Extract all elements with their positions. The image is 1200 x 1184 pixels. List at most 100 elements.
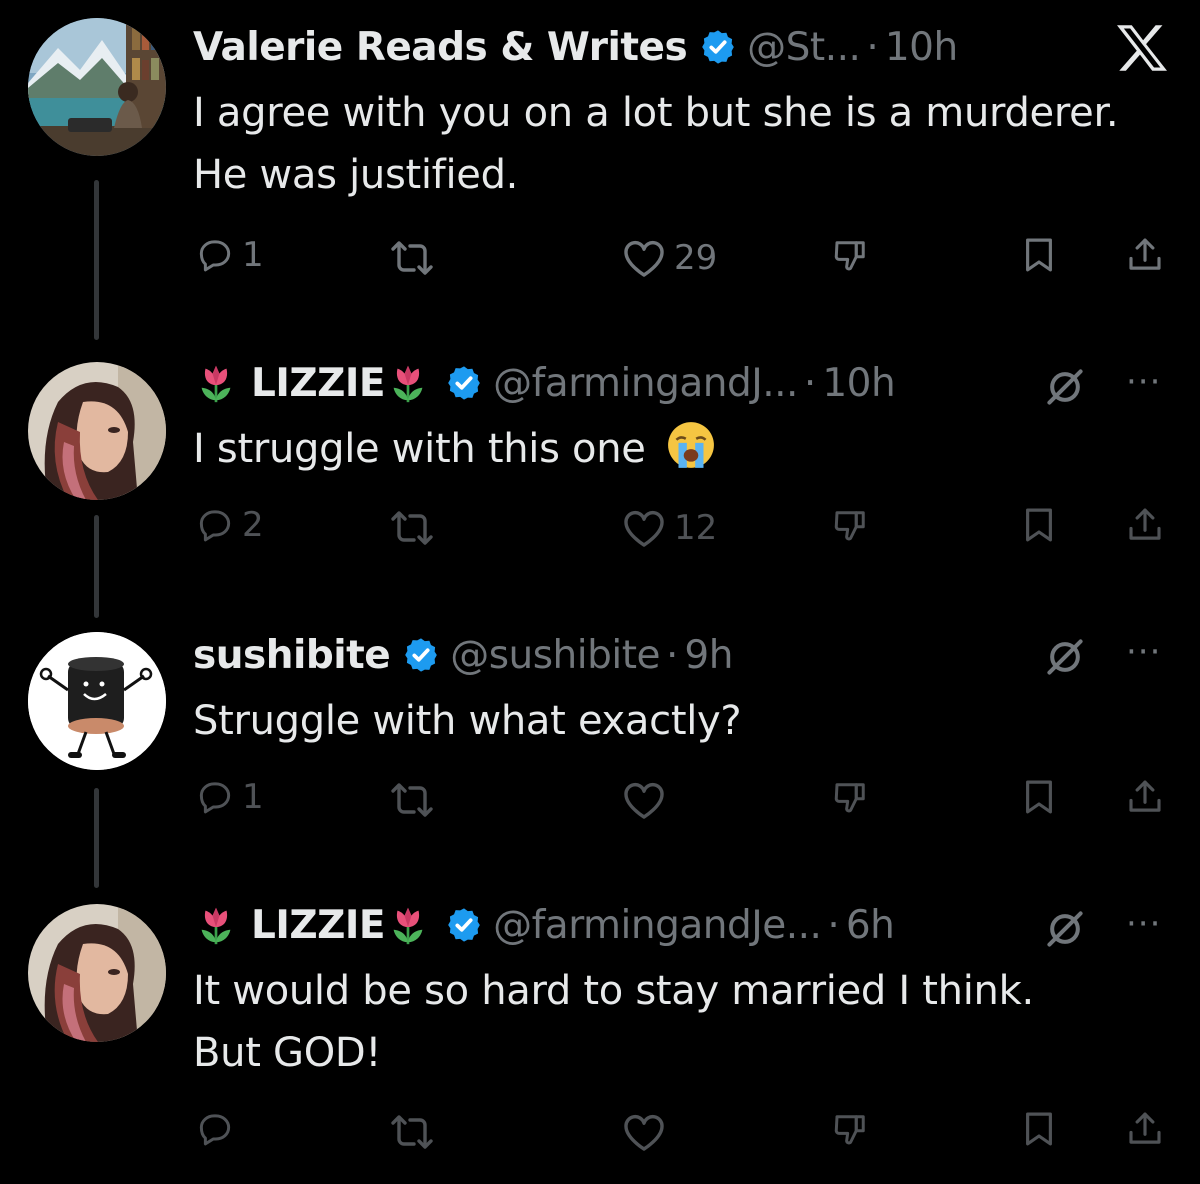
downvote-button[interactable]	[830, 1108, 872, 1150]
reply-count: 1	[242, 777, 264, 817]
crying-face-emoji-icon	[668, 422, 714, 468]
post-text: I struggle with this one	[193, 426, 646, 472]
post[interactable]: Valerie Reads & Writes @St... · 10h I ag…	[0, 0, 1200, 330]
post-header: LIZZIE @farmingandJ... · 10h	[193, 358, 896, 408]
like-button[interactable]: 29	[620, 234, 717, 282]
bookmark-button[interactable]	[1018, 504, 1060, 546]
share-button[interactable]	[1124, 1108, 1166, 1150]
bookmark-icon	[1018, 504, 1060, 546]
retweet-button[interactable]	[388, 1108, 436, 1156]
grok-button[interactable]	[1040, 362, 1090, 412]
avatar[interactable]	[28, 362, 166, 500]
grok-icon	[1043, 635, 1087, 679]
retweet-icon	[388, 1108, 436, 1156]
retweet-button[interactable]	[388, 776, 436, 824]
post-header: sushibite @sushibite · 9h	[193, 630, 733, 680]
retweet-icon	[388, 234, 436, 282]
grok-button[interactable]	[1040, 632, 1090, 682]
share-icon	[1124, 504, 1166, 546]
timestamp[interactable]: 6h	[846, 903, 895, 948]
reply-button[interactable]: 1	[194, 234, 264, 276]
handle[interactable]: @sushibite	[450, 633, 660, 678]
downvote-button[interactable]	[830, 776, 872, 818]
share-icon	[1124, 1108, 1166, 1150]
share-button[interactable]	[1124, 776, 1166, 818]
action-bar	[0, 1108, 1200, 1158]
bookmark-button[interactable]	[1018, 1108, 1060, 1150]
post[interactable]: LIZZIE @farmingandJe... · 6h ··· It woul…	[0, 892, 1200, 1184]
tulip-emoji-icon	[385, 360, 431, 406]
reply-count: 1	[242, 235, 264, 275]
retweet-button[interactable]	[388, 504, 436, 552]
reply-count: 2	[242, 505, 264, 545]
grok-icon	[1043, 365, 1087, 409]
like-count: 29	[674, 238, 718, 278]
like-count: 12	[674, 508, 718, 548]
heart-icon	[620, 776, 668, 824]
post[interactable]: sushibite @sushibite · 9h ··· Struggle w…	[0, 620, 1200, 880]
display-name[interactable]: LIZZIE	[251, 903, 386, 948]
display-name[interactable]: LIZZIE	[251, 361, 386, 406]
verified-badge-icon	[445, 906, 483, 944]
retweet-button[interactable]	[388, 234, 436, 282]
reply-button[interactable]: 2	[194, 504, 264, 546]
verified-badge-icon	[402, 636, 440, 674]
share-icon	[1124, 776, 1166, 818]
verified-badge-icon	[445, 364, 483, 402]
separator: ·	[827, 902, 840, 948]
handle[interactable]: @farmingandJe...	[493, 903, 822, 948]
retweet-icon	[388, 776, 436, 824]
reply-icon	[194, 776, 236, 818]
reply-button[interactable]: 1	[194, 776, 264, 818]
woman-portrait-avatar	[28, 904, 166, 1042]
grok-button[interactable]	[1040, 904, 1090, 954]
post-text: It would be so hard to stay married I th…	[193, 968, 1034, 1076]
more-options-button[interactable]: ···	[1126, 632, 1161, 672]
like-button[interactable]	[620, 776, 674, 824]
tulip-emoji-icon	[193, 902, 239, 948]
separator: ·	[803, 360, 817, 406]
more-options-button[interactable]: ···	[1126, 362, 1161, 402]
action-bar: 1	[0, 776, 1200, 826]
handle[interactable]: @farmingandJ...	[493, 361, 798, 406]
post-text: I agree with you on a lot but she is a m…	[193, 90, 1119, 198]
post-header: LIZZIE @farmingandJe... · 6h	[193, 900, 895, 950]
bookmark-icon	[1018, 776, 1060, 818]
avatar[interactable]	[28, 904, 166, 1042]
tulip-emoji-icon	[385, 902, 431, 948]
woman-portrait-avatar	[28, 362, 166, 500]
downvote-button[interactable]	[830, 234, 872, 276]
cartoon-mascot-avatar	[28, 632, 166, 770]
bookmark-icon	[1018, 1108, 1060, 1150]
bookmark-button[interactable]	[1018, 776, 1060, 818]
downvote-button[interactable]	[830, 504, 872, 546]
reply-icon	[194, 504, 236, 546]
timestamp[interactable]: 9h	[684, 633, 733, 678]
grok-icon	[1043, 907, 1087, 951]
share-button[interactable]	[1124, 504, 1166, 546]
display-name[interactable]: Valerie Reads & Writes	[193, 25, 688, 70]
avatar[interactable]	[28, 632, 166, 770]
like-button[interactable]: 12	[620, 504, 717, 552]
post[interactable]: LIZZIE @farmingandJ... · 10h ··· I strug…	[0, 350, 1200, 610]
timestamp[interactable]: 10h	[885, 25, 958, 70]
post-text: Struggle with what exactly?	[193, 698, 742, 744]
separator: ·	[666, 632, 679, 678]
heart-icon	[620, 234, 668, 282]
display-name[interactable]: sushibite	[193, 633, 391, 678]
post-text-line: I struggle with this one	[193, 418, 716, 480]
thumbs-down-icon	[830, 776, 872, 818]
timestamp[interactable]: 10h	[822, 361, 895, 406]
bookmark-button[interactable]	[1018, 234, 1060, 276]
more-options-button[interactable]: ···	[1126, 904, 1161, 944]
tulip-emoji-icon	[193, 360, 239, 406]
avatar[interactable]	[28, 18, 166, 156]
retweet-icon	[388, 504, 436, 552]
like-button[interactable]	[620, 1108, 674, 1156]
verified-badge-icon	[699, 28, 737, 66]
share-button[interactable]	[1124, 234, 1166, 276]
reply-button[interactable]	[194, 1108, 242, 1150]
x-logo-icon	[1112, 22, 1172, 74]
handle[interactable]: @St...	[747, 25, 861, 70]
thumbs-down-icon	[830, 234, 872, 276]
